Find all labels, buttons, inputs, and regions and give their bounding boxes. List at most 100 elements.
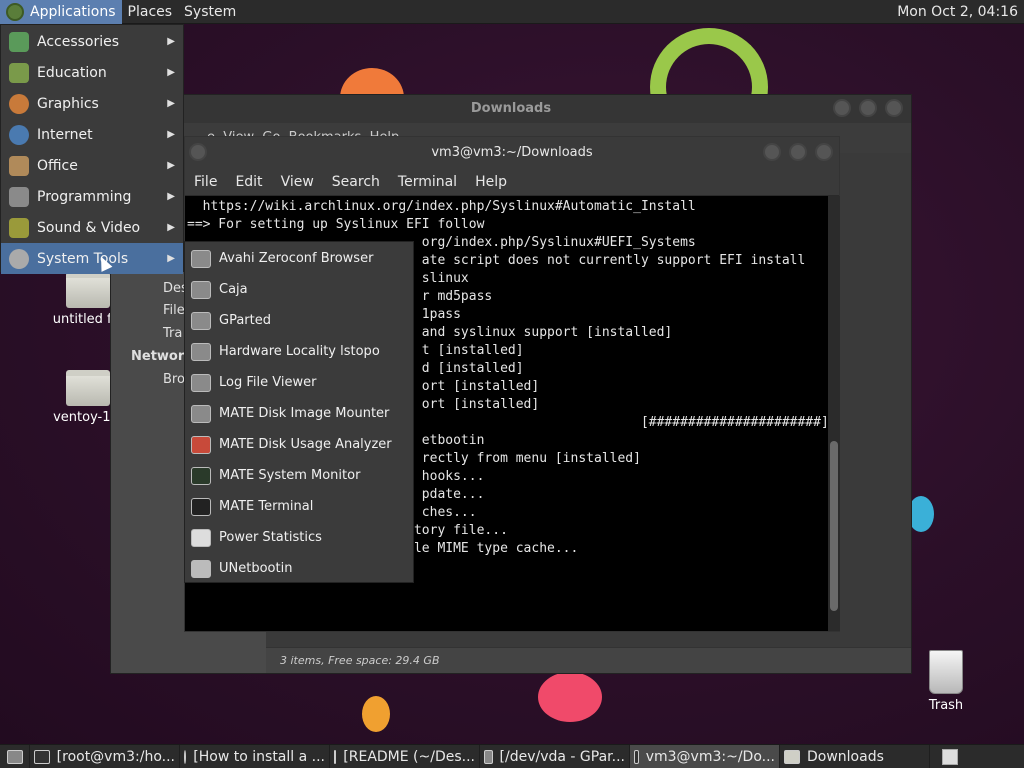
top-panel: Applications Places System Mon Oct 2, 04… [0, 0, 1024, 24]
close-button[interactable] [885, 99, 903, 117]
caja-icon [191, 280, 211, 299]
minimize-button[interactable] [763, 143, 781, 161]
maximize-button[interactable] [859, 99, 877, 117]
terminal-line: https://wiki.archlinux.org/index.php/Sys… [187, 199, 696, 214]
menu-item-avahi-browser[interactable]: Avahi Zeroconf Browser [185, 243, 413, 274]
menu-item-log-file-viewer[interactable]: Log File Viewer [185, 367, 413, 398]
terminal-titlebar[interactable]: vm3@vm3:~/Downloads [185, 137, 839, 168]
menu-item-unetbootin[interactable]: UNetbootin [185, 553, 413, 584]
menu-item-accessories[interactable]: Accessories ▶ [1, 26, 183, 57]
terminal-icon [634, 749, 639, 764]
window-menu-button[interactable] [189, 143, 207, 161]
show-desktop-button[interactable] [0, 744, 30, 768]
chevron-right-icon: ▶ [167, 36, 175, 47]
sidebar-item-trash[interactable]: Tra [163, 326, 182, 341]
log-viewer-icon [191, 373, 211, 392]
avahi-browser-icon [191, 249, 211, 268]
folder-icon [784, 749, 800, 764]
terminal-title: vm3@vm3:~/Downloads [431, 145, 593, 160]
office-icon [9, 155, 29, 176]
terminal-menu-view[interactable]: View [272, 174, 323, 190]
close-button[interactable] [815, 143, 833, 161]
unetbootin-icon [191, 559, 211, 578]
power-statistics-icon [191, 528, 211, 547]
disk-image-icon [191, 404, 211, 423]
menu-item-caja[interactable]: Caja [185, 274, 413, 305]
chevron-right-icon: ▶ [167, 98, 175, 109]
accessories-icon [9, 31, 29, 52]
menu-item-disk-usage-analyzer[interactable]: MATE Disk Usage Analyzer [185, 429, 413, 460]
applications-label: Applications [30, 3, 116, 20]
menu-item-mate-terminal[interactable]: MATE Terminal [185, 491, 413, 522]
taskbar-item-downloads[interactable]: Downloads [780, 744, 930, 768]
applications-menu-button[interactable]: Applications [0, 0, 122, 24]
graphics-icon [9, 93, 29, 114]
file-manager-statusbar: 3 items, Free space: 29.4 GB [266, 647, 911, 673]
terminal-menubar: File Edit View Search Terminal Help [185, 168, 839, 196]
menu-item-education[interactable]: Education ▶ [1, 57, 183, 88]
chevron-right-icon: ▶ [167, 191, 175, 202]
terminal-scrollbar-thumb[interactable] [830, 441, 838, 611]
menu-item-lstopo[interactable]: Hardware Locality lstopo [185, 336, 413, 367]
desktop-icon-label: Trash [928, 698, 964, 713]
gparted-icon [484, 749, 493, 764]
menu-item-system-monitor[interactable]: MATE System Monitor [185, 460, 413, 491]
taskbar-item-readme[interactable]: [README (~/Des... [330, 744, 480, 768]
file-manager-title: Downloads [470, 101, 552, 116]
mate-logo-icon [6, 2, 24, 21]
chrome-icon [184, 749, 187, 764]
chevron-right-icon: ▶ [167, 129, 175, 140]
globe-icon [9, 124, 29, 145]
chevron-right-icon: ▶ [167, 160, 175, 171]
chevron-right-icon: ▶ [167, 67, 175, 78]
menu-item-sound-video[interactable]: Sound & Video ▶ [1, 212, 183, 243]
chevron-right-icon: ▶ [167, 222, 175, 233]
menu-item-graphics[interactable]: Graphics ▶ [1, 88, 183, 119]
desktop-icon-trash[interactable]: Trash [901, 650, 991, 713]
menu-item-system-tools[interactable]: System Tools ▶ [1, 243, 183, 274]
terminal-icon [34, 749, 50, 764]
system-tools-submenu: Avahi Zeroconf Browser Caja GParted Hard… [184, 241, 414, 583]
education-icon [9, 62, 29, 83]
gear-icon [9, 248, 29, 269]
system-menu-button[interactable]: System [178, 0, 242, 24]
terminal-menu-edit[interactable]: Edit [226, 174, 271, 190]
places-menu-button[interactable]: Places [122, 0, 179, 24]
menu-item-office[interactable]: Office ▶ [1, 150, 183, 181]
folder-icon [66, 370, 110, 406]
wallpaper-small-orange-blob [362, 696, 390, 732]
menu-item-power-statistics[interactable]: Power Statistics [185, 522, 413, 553]
bottom-taskbar: [root@vm3:/ho... [How to install a ... [… [0, 744, 1024, 768]
taskbar-item-gparted[interactable]: [/dev/vda - GPar... [480, 744, 630, 768]
minimize-button[interactable] [833, 99, 851, 117]
terminal-icon [191, 497, 211, 516]
menu-item-disk-image-mounter[interactable]: MATE Disk Image Mounter [185, 398, 413, 429]
file-manager-titlebar[interactable]: Downloads [111, 95, 911, 123]
taskbar-item-root-terminal[interactable]: [root@vm3:/ho... [30, 744, 180, 768]
folder-icon [66, 272, 110, 308]
terminal-menu-help[interactable]: Help [466, 174, 516, 190]
sidebar-item-filesystem[interactable]: File [163, 303, 185, 318]
gparted-icon [191, 311, 211, 330]
lstopo-icon [191, 342, 211, 361]
taskbar-item-browser[interactable]: [How to install a ... [180, 744, 330, 768]
taskbar-item-vm3-terminal[interactable]: vm3@vm3:~/Do... [630, 744, 780, 768]
applications-menu: Accessories ▶ Education ▶ Graphics ▶ Int… [0, 24, 184, 274]
menu-item-programming[interactable]: Programming ▶ [1, 181, 183, 212]
programming-icon [9, 186, 29, 207]
terminal-line: ==> For setting up Syslinux EFI follow [187, 217, 485, 232]
sidebar-item-browse-network[interactable]: Bro [163, 372, 185, 387]
wallpaper-pink-blob [538, 672, 602, 722]
system-monitor-icon [191, 466, 211, 485]
clock[interactable]: Mon Oct 2, 04:16 [897, 0, 1018, 24]
chevron-right-icon: ▶ [167, 253, 175, 264]
disk-usage-icon [191, 435, 211, 454]
maximize-button[interactable] [789, 143, 807, 161]
menu-item-gparted[interactable]: GParted [185, 305, 413, 336]
terminal-menu-search[interactable]: Search [323, 174, 389, 190]
terminal-menu-file[interactable]: File [185, 174, 226, 190]
menu-item-internet[interactable]: Internet ▶ [1, 119, 183, 150]
terminal-menu-terminal[interactable]: Terminal [389, 174, 466, 190]
show-desktop-icon [6, 749, 23, 764]
workspace-switcher[interactable] [942, 749, 958, 765]
